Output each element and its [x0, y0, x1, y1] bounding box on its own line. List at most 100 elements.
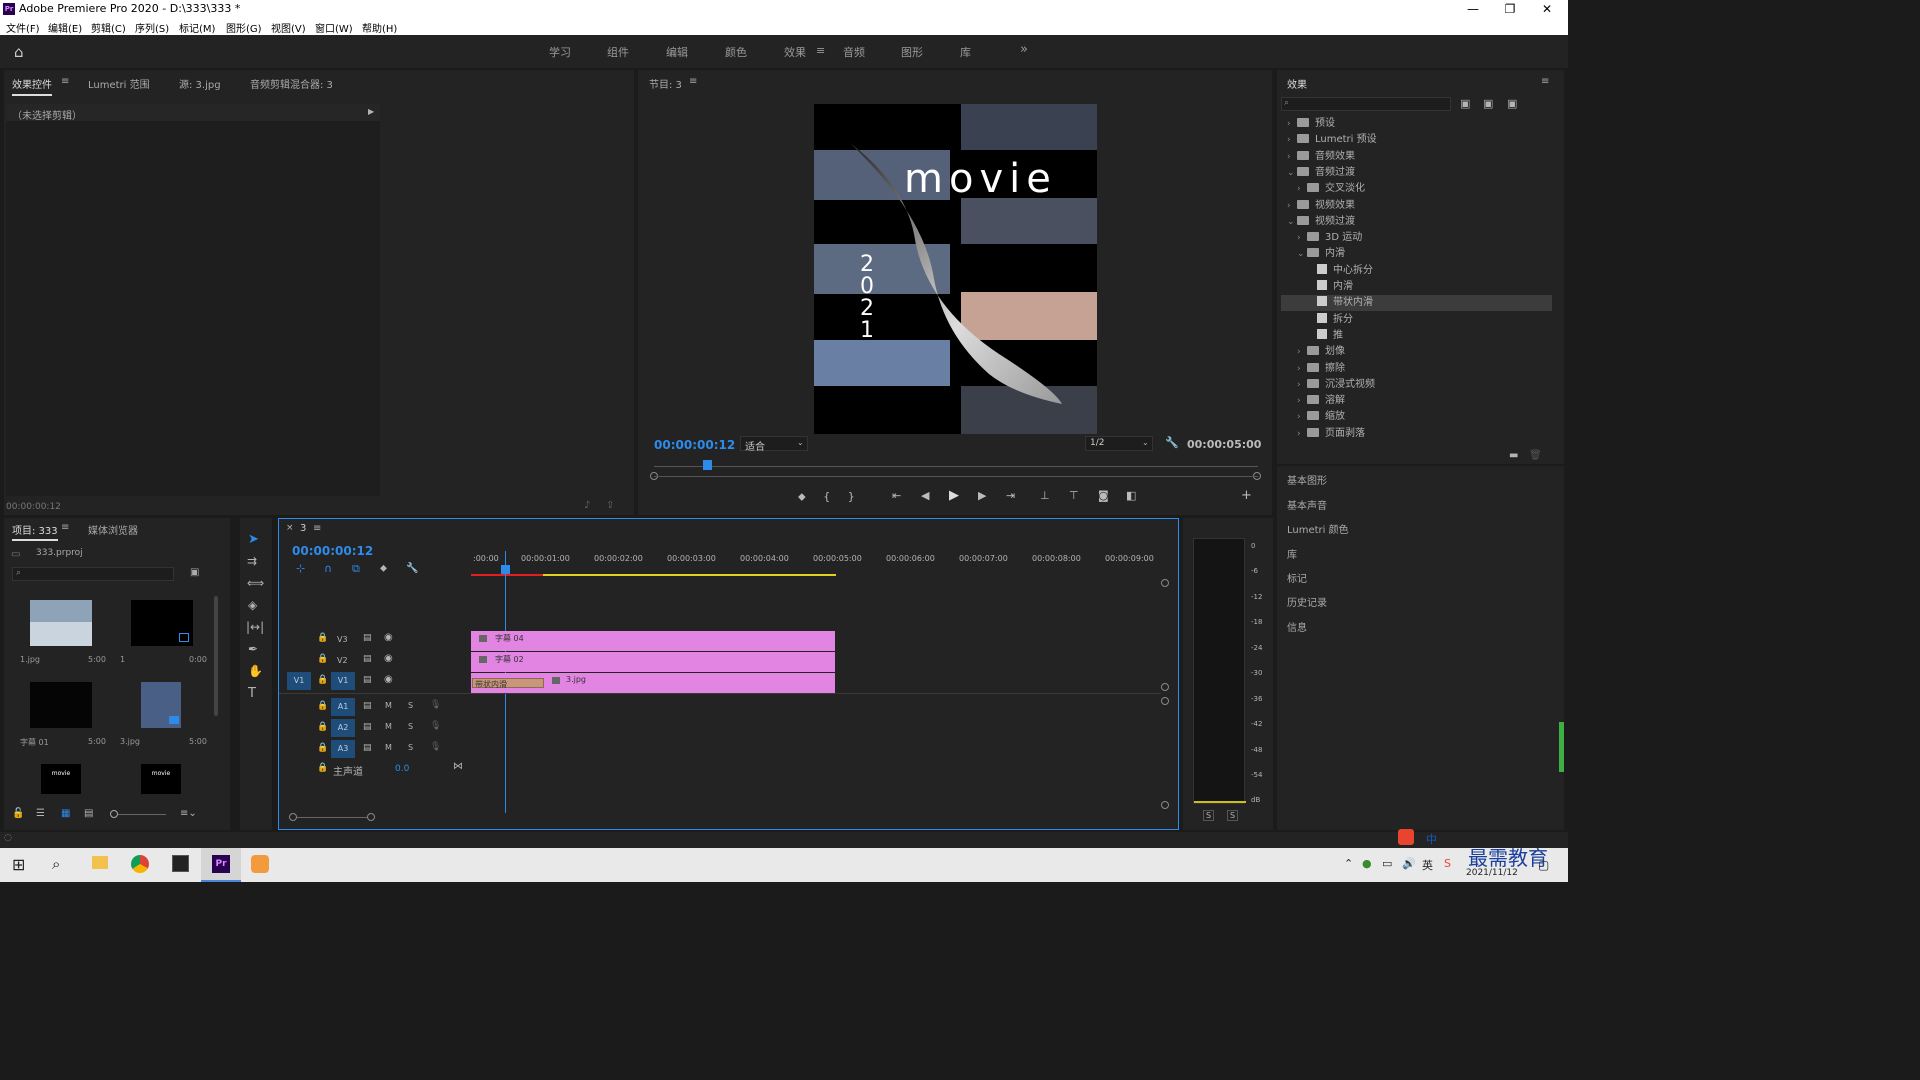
tab-audio-clip-mixer[interactable]: 音频剪辑混合器: 3: [250, 76, 333, 91]
step-back-icon[interactable]: ◀: [921, 489, 929, 502]
workspace-learn[interactable]: 学习: [549, 44, 571, 60]
menu-sequence[interactable]: 序列(S): [135, 20, 169, 35]
menu-clip[interactable]: 剪辑(C): [91, 20, 126, 35]
sync-lock-icon[interactable]: ▤: [363, 743, 372, 753]
step-forward-icon[interactable]: ▶: [978, 489, 986, 502]
chevron-right-icon[interactable]: ›: [1297, 409, 1307, 425]
clock-date[interactable]: 2021/11/12: [1466, 868, 1518, 878]
effects-tree-item[interactable]: › Lumetri 预设: [1281, 132, 1552, 148]
effects-tree-item[interactable]: › 交叉淡化: [1281, 181, 1552, 197]
v-scroll-bottom[interactable]: [1161, 683, 1169, 691]
chevron-right-icon[interactable]: ›: [1297, 377, 1307, 393]
effects-tree-item[interactable]: ⌄ 音频过渡: [1281, 165, 1552, 181]
lock-icon[interactable]: 🔒: [317, 701, 328, 711]
more-workspaces-icon[interactable]: »: [1020, 42, 1028, 57]
mic-icon[interactable]: 🎙: [430, 742, 441, 752]
delete-icon[interactable]: 🗑: [1529, 450, 1542, 461]
chevron-down-icon[interactable]: ⌄: [1287, 214, 1297, 230]
effects-tree-item[interactable]: ⌄ 视频过渡: [1281, 214, 1552, 230]
mute-button[interactable]: M: [385, 722, 392, 731]
tab-project[interactable]: 项目: 333: [12, 522, 58, 541]
program-timecode[interactable]: 00:00:00:12: [654, 438, 735, 452]
lock-icon[interactable]: 🔒: [317, 722, 328, 732]
chevron-down-icon[interactable]: ⌄: [1287, 165, 1297, 181]
slip-icon[interactable]: |↔|: [246, 620, 264, 634]
source-patch-v1[interactable]: V1: [287, 672, 311, 690]
thumb-movie-1[interactable]: movie: [41, 764, 81, 794]
selection-tool-icon[interactable]: ➤: [248, 532, 259, 547]
close-button[interactable]: ✕: [1532, 1, 1562, 17]
tab-source[interactable]: 源: 3.jpg: [179, 76, 221, 91]
workspace-libraries[interactable]: 库: [960, 44, 971, 60]
effects-tree-item[interactable]: › 溶解: [1281, 393, 1552, 409]
a-scroll-bottom[interactable]: [1161, 801, 1169, 809]
timeline-settings-icon[interactable]: 🔧: [406, 563, 418, 574]
thumb-3jpg[interactable]: [141, 682, 181, 728]
tab-effect-controls[interactable]: 效果控件: [12, 76, 52, 96]
menu-view[interactable]: 视图(V): [271, 20, 306, 35]
hand-icon[interactable]: ✋: [248, 664, 263, 678]
ripple-edit-icon[interactable]: ⟺: [247, 576, 264, 590]
tray-app-icon[interactable]: ●: [1362, 857, 1372, 870]
menu-window[interactable]: 窗口(W): [315, 20, 353, 35]
eye-icon[interactable]: ◉: [384, 632, 393, 643]
camera-icon[interactable]: ◙: [1098, 489, 1109, 502]
close-tab-icon[interactable]: ×: [286, 523, 294, 533]
chevron-right-icon[interactable]: ›: [1287, 198, 1297, 214]
h-zoom-left[interactable]: [289, 813, 297, 821]
maximize-button[interactable]: ❐: [1495, 1, 1525, 17]
thumb-1jpg[interactable]: [30, 600, 92, 646]
effects-tree-item[interactable]: 带状内滑: [1281, 295, 1552, 312]
tray-up-icon[interactable]: ⌃: [1344, 857, 1353, 870]
chevron-right-icon[interactable]: ›: [1287, 149, 1297, 165]
export-icon[interactable]: ⇪: [606, 500, 614, 511]
mute-button[interactable]: M: [385, 743, 392, 752]
add-marker-icon[interactable]: ⬥: [798, 490, 806, 503]
add-marker-icon[interactable]: ⬥: [380, 563, 387, 574]
effects-tree-item[interactable]: 中心拆分: [1281, 263, 1552, 279]
lock-icon[interactable]: 🔒: [317, 763, 328, 773]
panel-markers[interactable]: 标记: [1287, 570, 1307, 585]
workspace-menu-icon[interactable]: ≡: [816, 44, 825, 57]
panel-essential-sound[interactable]: 基本声音: [1287, 497, 1327, 512]
search-icon[interactable]: ⌕: [52, 855, 60, 873]
compare-icon[interactable]: ◧: [1126, 489, 1136, 502]
volume-icon[interactable]: 🔊: [1402, 857, 1416, 870]
sogou-ime-icon[interactable]: [1398, 829, 1414, 845]
ime-tray-icon[interactable]: 英: [1422, 857, 1433, 873]
new-bin-icon[interactable]: ▬: [1509, 450, 1518, 461]
effects-tree-item[interactable]: › 擦除: [1281, 361, 1552, 377]
chevron-right-icon[interactable]: ›: [1297, 426, 1307, 442]
effects-tree-item[interactable]: › 视频效果: [1281, 198, 1552, 214]
effects-tree-item[interactable]: › 缩放: [1281, 409, 1552, 425]
sogou-tray-icon[interactable]: S: [1444, 857, 1451, 870]
chevron-right-icon[interactable]: ›: [1297, 361, 1307, 377]
zoom-slider[interactable]: [118, 814, 166, 815]
panel-lumetri-color[interactable]: Lumetri 颜色: [1287, 521, 1349, 536]
sync-lock-icon[interactable]: ▤: [363, 722, 372, 732]
panel-history[interactable]: 历史记录: [1287, 594, 1327, 609]
playhead-handle[interactable]: [501, 565, 510, 574]
play-icon[interactable]: ▶: [949, 488, 959, 503]
lock-icon[interactable]: 🔓: [12, 808, 24, 819]
home-icon[interactable]: ⌂: [14, 43, 24, 61]
track-select-icon[interactable]: ⇉: [247, 554, 257, 568]
timeline-timecode[interactable]: 00:00:00:12: [292, 544, 373, 558]
menu-graphics[interactable]: 图形(G): [226, 20, 262, 35]
go-to-in-icon[interactable]: ⇤: [892, 489, 901, 502]
eye-icon[interactable]: ◉: [384, 674, 393, 685]
solo-button[interactable]: S: [408, 701, 413, 710]
sync-lock-icon[interactable]: ▤: [363, 675, 372, 685]
tab-lumetri-scopes[interactable]: Lumetri 范围: [88, 76, 150, 91]
workspace-assembly[interactable]: 组件: [607, 44, 629, 60]
time-ruler[interactable]: :00:00 00:00:01:00 00:00:02:00 00:00:03:…: [471, 551, 1161, 579]
clip-v3[interactable]: 字幕 04: [471, 631, 835, 651]
solo-left-button[interactable]: S: [1203, 810, 1215, 821]
sort-icon[interactable]: ≡⌄: [180, 808, 197, 819]
tab-media-browser[interactable]: 媒体浏览器: [88, 522, 138, 537]
transition-clip[interactable]: 带状内滑: [472, 678, 544, 689]
chevron-right-icon[interactable]: ›: [1297, 344, 1307, 360]
sync-lock-icon[interactable]: ▤: [363, 654, 372, 664]
project-scrollbar[interactable]: [214, 596, 218, 716]
thumb-title-01[interactable]: [30, 682, 92, 728]
